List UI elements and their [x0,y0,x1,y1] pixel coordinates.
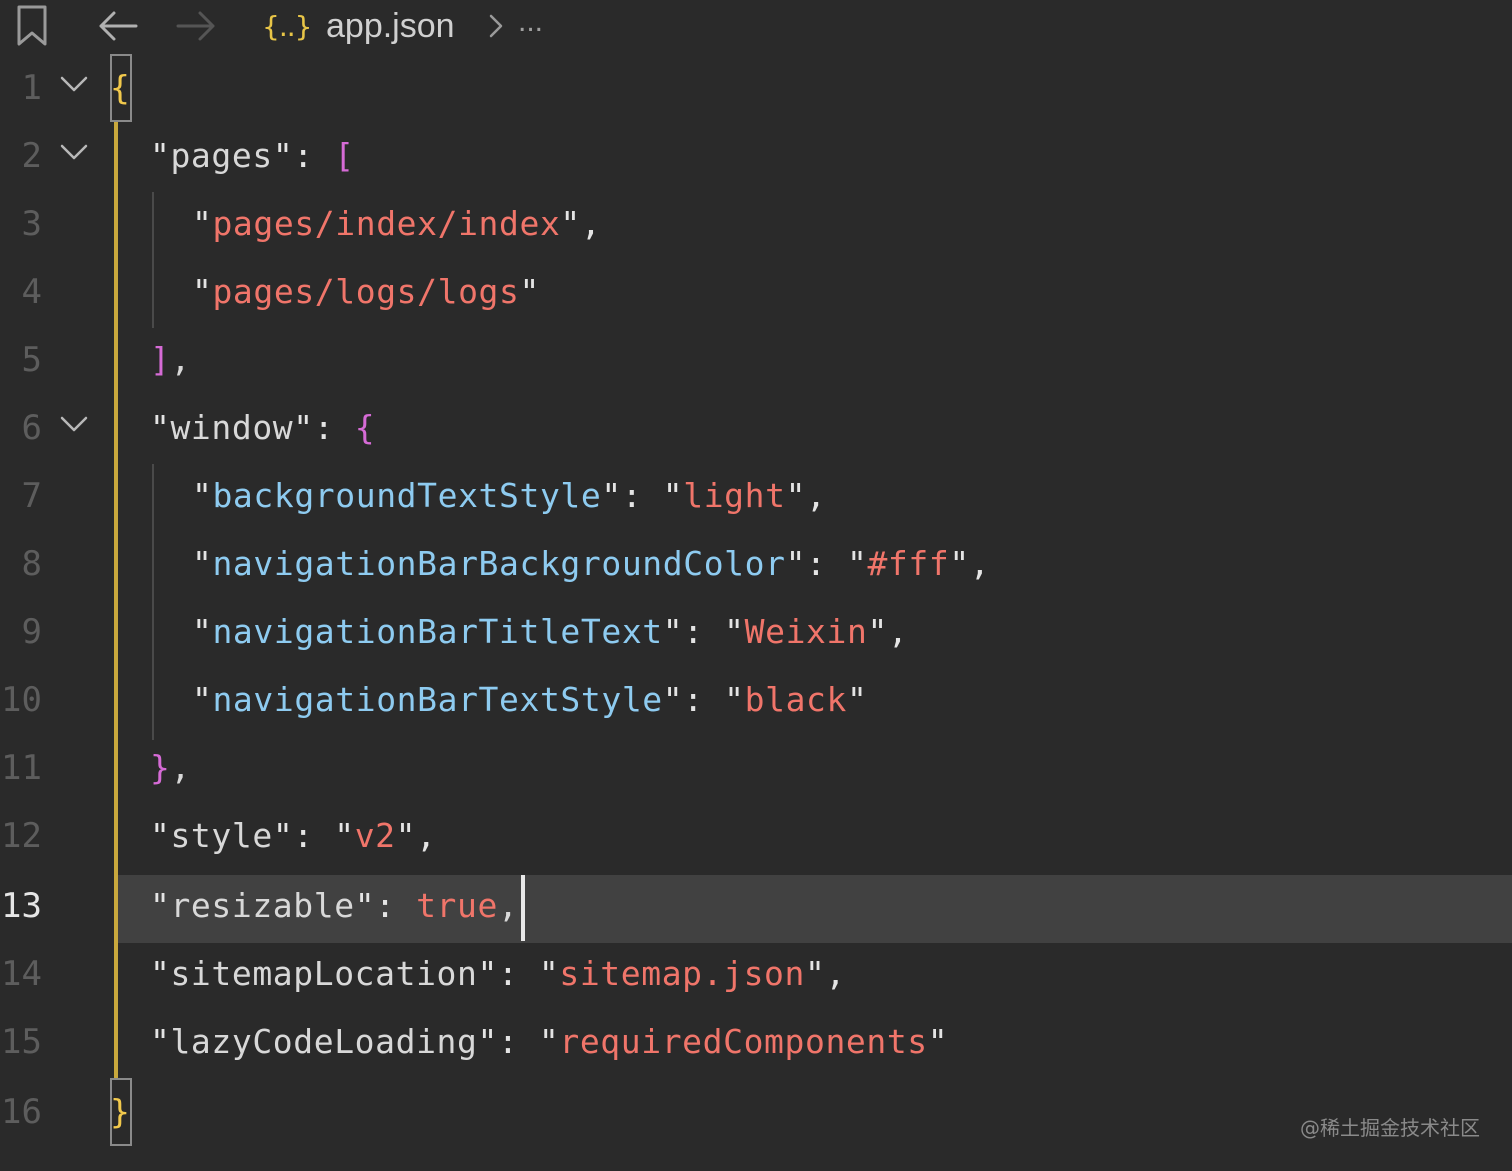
watermark: @稀土掘金技术社区 [1300,1116,1480,1140]
line-number: 5 [21,340,42,380]
line-number: 11 [1,748,42,788]
line-number: 7 [21,476,42,516]
code-text: "style": "v2", [150,816,437,855]
back-arrow-icon[interactable] [96,0,138,52]
line-number: 3 [21,204,42,244]
code-line: 5 ], [0,326,1512,394]
code-line: 11 }, [0,734,1512,802]
code-line: 16 } [0,1078,1512,1146]
code-text: "navigationBarTextStyle": "black" [192,680,868,719]
code-line: 8 "navigationBarBackgroundColor": "#fff"… [0,530,1512,598]
editor-breadcrumb-bar: {..} app.json ... [0,0,1512,52]
code-line: 3 "pages/index/index", [0,190,1512,258]
code-line-current: 13 "resizable": true, [0,872,1512,940]
code-text: "backgroundTextStyle": "light", [192,476,827,515]
code-line: 6 "window": { [0,394,1512,462]
code-text: ], [150,340,191,379]
code-text: "navigationBarBackgroundColor": "#fff", [192,544,991,583]
code-line: 15 "lazyCodeLoading": "requiredComponent… [0,1008,1512,1076]
code-text: "sitemapLocation": "sitemap.json", [150,954,846,993]
line-number: 4 [21,272,42,312]
line-number: 14 [1,954,42,994]
chevron-down-icon[interactable] [58,136,90,168]
text-cursor [521,875,525,941]
code-line: 7 "backgroundTextStyle": "light", [0,462,1512,530]
code-line: 14 "sitemapLocation": "sitemap.json", [0,940,1512,1008]
chevron-right-icon [486,0,506,52]
code-text: { [110,68,131,107]
code-line: 4 "pages/logs/logs" [0,258,1512,326]
breadcrumb-ellipsis[interactable]: ... [518,0,543,48]
code-line: 12 "style": "v2", [0,802,1512,870]
line-number: 10 [1,680,42,720]
line-number: 16 [1,1092,42,1132]
code-text: "window": { [150,408,376,447]
code-line: 9 "navigationBarTitleText": "Weixin", [0,598,1512,666]
code-line: 10 "navigationBarTextStyle": "black" [0,666,1512,734]
chevron-down-icon[interactable] [58,408,90,440]
code-text: "resizable": true, [150,886,519,925]
line-number: 1 [21,68,42,108]
line-number-active: 13 [1,886,42,926]
code-text: "lazyCodeLoading": "requiredComponents" [150,1022,949,1061]
forward-arrow-icon[interactable] [176,0,218,52]
json-file-icon: {..} [262,9,312,43]
line-number: 2 [21,136,42,176]
line-number: 15 [1,1022,42,1062]
code-editor[interactable]: 1 { 2 "pages": [ 3 "pages/index/index", … [0,52,1512,1171]
line-number: 9 [21,612,42,652]
chevron-down-icon[interactable] [58,68,90,100]
code-text: } [110,1092,131,1131]
line-number: 8 [21,544,42,584]
code-text: "navigationBarTitleText": "Weixin", [192,612,909,651]
code-line: 2 "pages": [ [0,122,1512,190]
bookmark-icon[interactable] [14,0,50,52]
code-text: "pages/index/index", [192,204,602,243]
line-number: 6 [21,408,42,448]
breadcrumb-filename[interactable]: app.json [326,0,455,52]
code-line: 1 { [0,54,1512,122]
code-text: }, [150,748,191,787]
line-number: 12 [1,816,42,856]
code-text: "pages/logs/logs" [192,272,540,311]
code-text: "pages": [ [150,136,355,175]
